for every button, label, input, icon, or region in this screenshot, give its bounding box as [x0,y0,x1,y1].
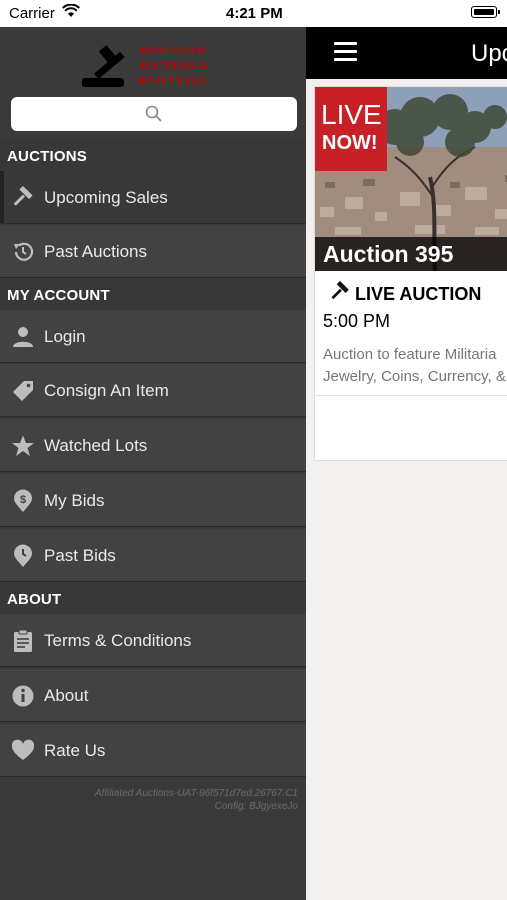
star-icon [11,434,35,458]
svg-text:$: $ [20,494,26,506]
carrier-label: Carrier [9,5,55,22]
sidebar-item-past-bids[interactable]: Past Bids [0,529,306,582]
sidebar-item-my-bids[interactable]: $ My Bids [0,474,306,527]
auction-type-label: LIVE AUCTION [355,284,482,304]
dollar-pin-icon: $ [11,489,35,513]
live-badge-line2: NOW! [322,132,378,154]
clock-label: 4:21 PM [226,5,283,22]
heart-icon [11,739,35,763]
sidebar-item-consign[interactable]: Consign An Item [0,364,306,417]
sidebar-item-rate-us[interactable]: Rate Us [0,724,306,777]
gavel-icon [11,185,35,210]
live-now-badge: LIVE NOW! [315,87,387,171]
info-icon [11,684,35,708]
menu-icon[interactable] [334,42,357,62]
tag-icon [11,379,35,403]
svg-text:AUCTIONS &: AUCTIONS & [138,60,208,72]
sidebar-item-past-auctions[interactable]: Past Auctions [0,225,306,278]
sidebar-item-label: About [44,686,89,705]
description-line: Auction to feature Militaria [323,346,497,363]
section-title: ABOUT [7,591,62,608]
status-bar: Carrier 4:21 PM [0,0,507,27]
battery-icon [471,6,500,18]
live-badge-line1: LIVE [321,99,382,130]
history-icon [11,240,35,264]
auction-time: 5:00 PM [323,311,391,331]
sidebar-item-label: Rate Us [44,741,106,760]
clock-pin-icon [11,544,35,568]
sidebar-item-watched-lots[interactable]: Watched Lots [0,419,306,472]
clipboard-icon [11,629,35,653]
sidebar-item-label: Past Auctions [44,242,148,261]
svg-text:REALTY LLC: REALTY LLC [138,75,208,87]
search-input[interactable] [11,97,297,131]
sidebar-item-label: Terms & Conditions [44,631,192,650]
top-bar: Upcoming Sales [306,27,507,79]
wifi-icon [62,3,80,22]
gavel-icon [329,280,351,308]
sidebar-item-label: Upcoming Sales [44,188,168,207]
auction-title: Auction 395 [323,241,454,267]
section-title: MY ACCOUNT [7,287,110,304]
build-info-line: Affiliated Auctions-UAT-96f571d7ed.26767… [94,788,298,799]
brand-logo: AFFILIATED AUCTIONS & REALTY LLC [80,40,230,95]
sidebar-item-terms[interactable]: Terms & Conditions [0,614,306,667]
auction-card[interactable]: LIVE NOW! Auction 395 LIVE AUCTION 5:00 … [314,86,507,461]
build-info: Affiliated Auctions-UAT-96f571d7ed.26767… [95,787,298,813]
sidebar-item-label: Watched Lots [44,436,148,455]
main-content: Upcoming Sales [306,27,507,900]
sidebar-item-label: Past Bids [44,546,116,565]
section-my-account-header: MY ACCOUNT [0,280,306,310]
card-divider [315,395,507,396]
svg-text:AFFILIATED: AFFILIATED [138,45,205,57]
sidebar-item-label: Login [44,327,86,346]
person-icon [11,325,35,349]
sidebar-item-upcoming-sales[interactable]: Upcoming Sales [0,171,306,224]
sidebar-item-label: Consign An Item [44,381,169,400]
section-about-header: ABOUT [0,584,306,614]
build-info-line: Config: BJgyexeJo [214,801,298,812]
auction-description: Auction to feature Militaria Jewelry, Co… [323,344,506,388]
sidebar-item-label: My Bids [44,491,105,510]
sidebar-item-about[interactable]: About [0,669,306,722]
auction-title-bar: Auction 395 [315,237,507,271]
page-title: Upcoming Sales [471,40,507,67]
sidebar: AFFILIATED AUCTIONS & REALTY LLC AUCTION… [0,27,306,900]
section-title: AUCTIONS [7,148,87,165]
search-icon [145,105,163,128]
section-auctions-header: AUCTIONS [0,141,306,171]
description-line: Jewelry, Coins, Currency, & [323,368,506,385]
auction-photo: LIVE NOW! Auction 395 [315,87,507,271]
sidebar-item-login[interactable]: Login [0,310,306,363]
